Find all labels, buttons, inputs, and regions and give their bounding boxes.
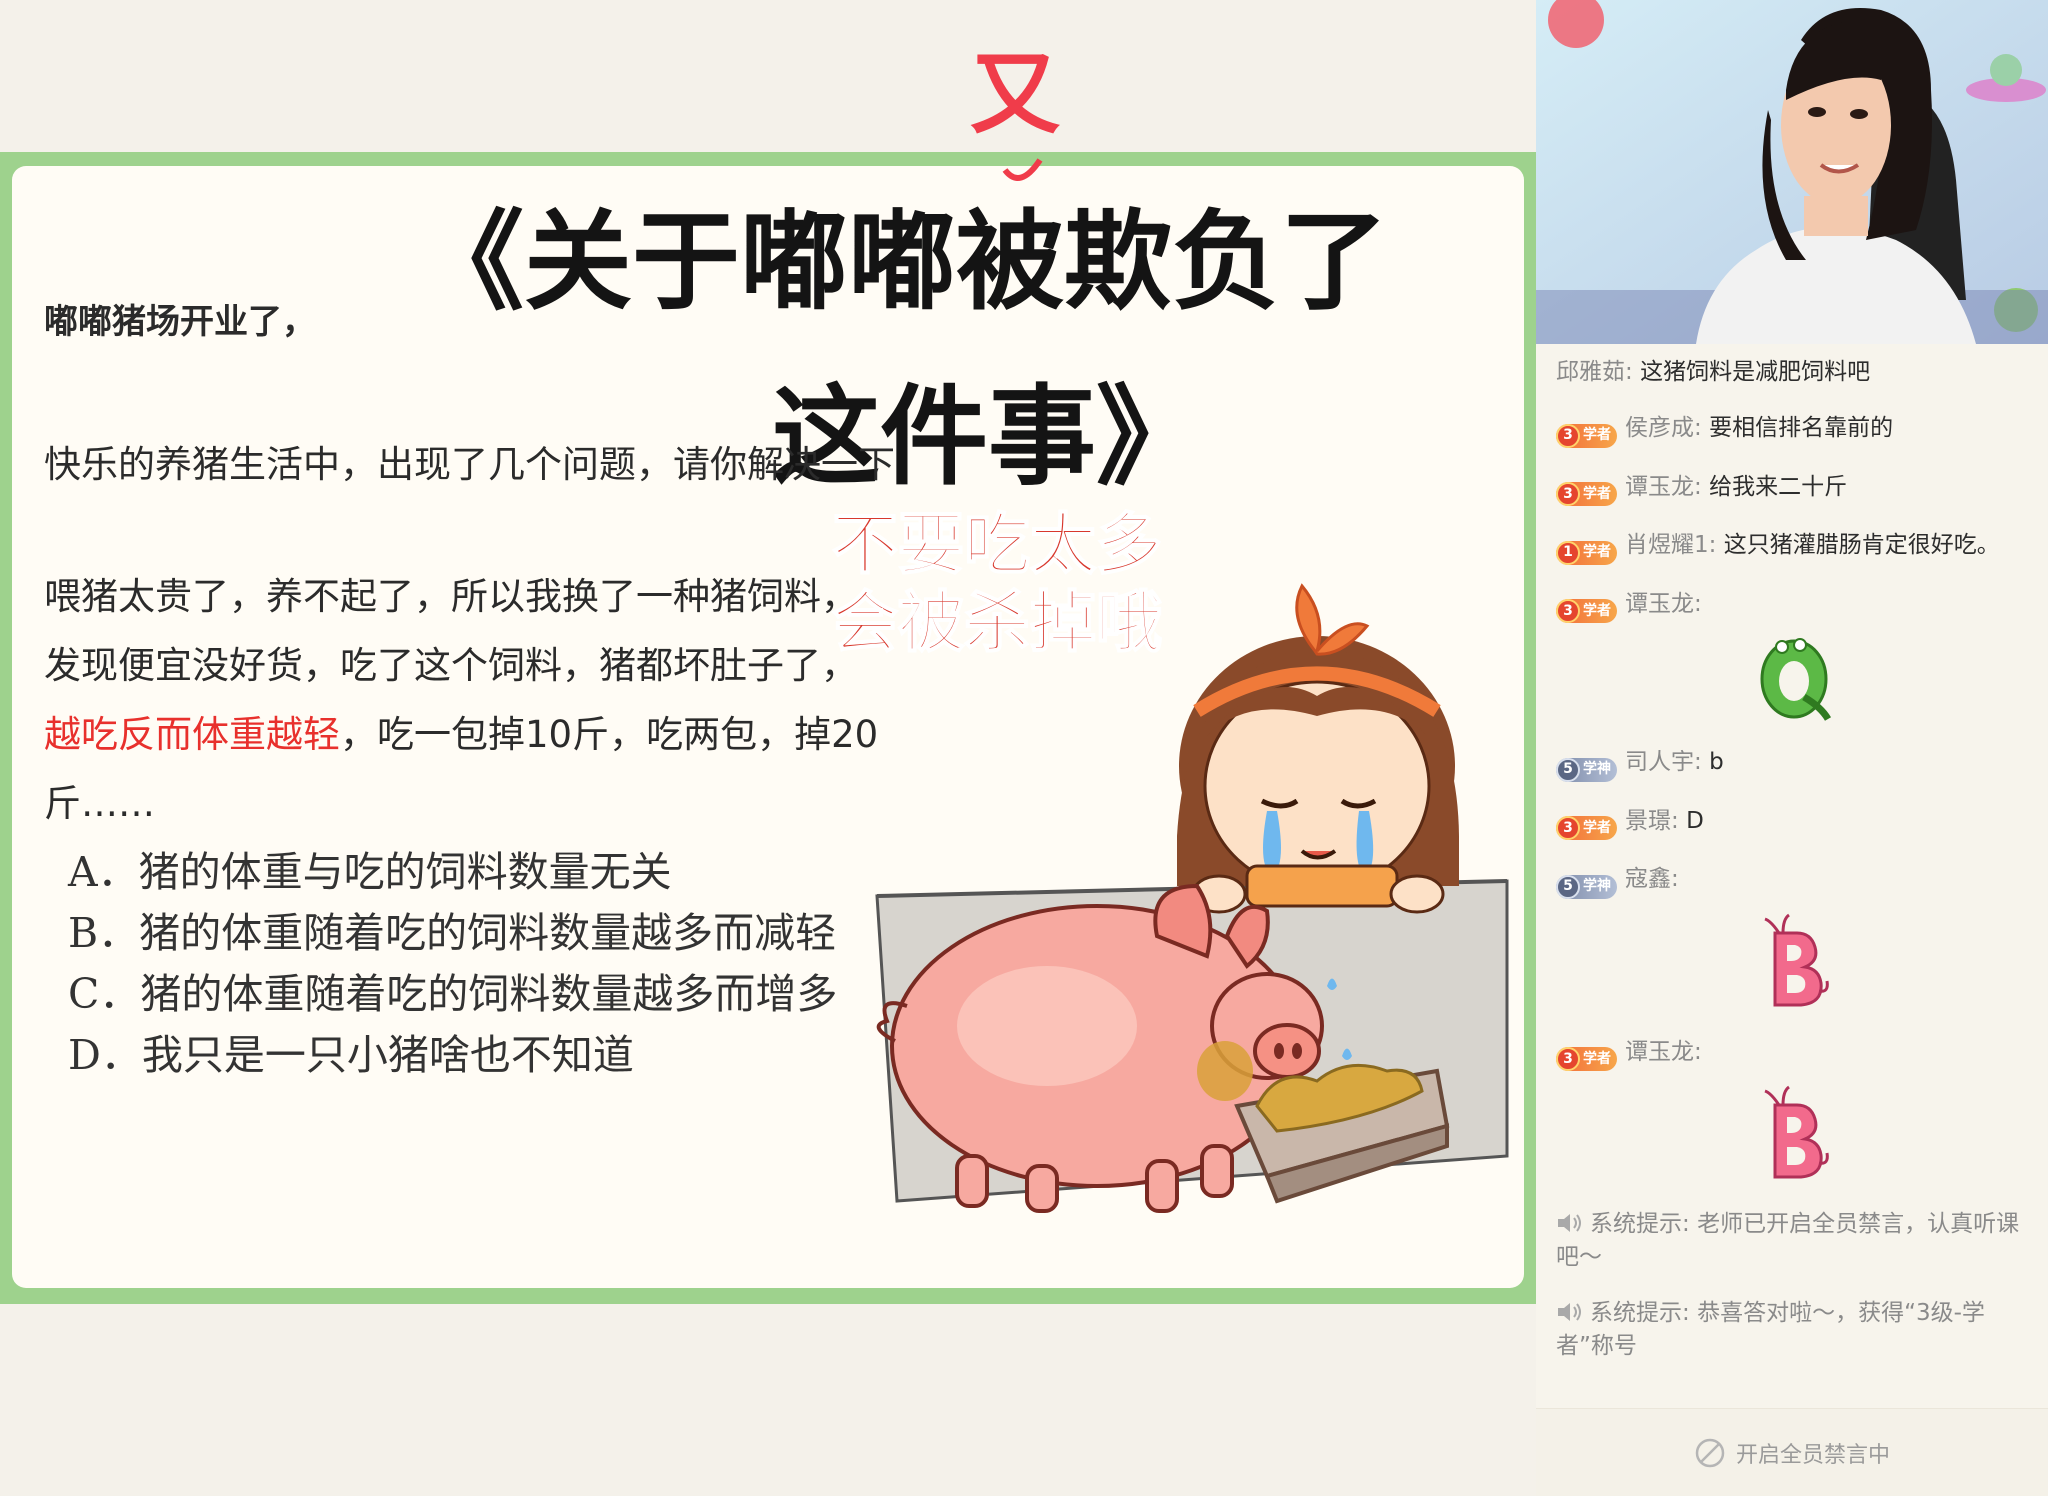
option-b[interactable]: B．猪的体重随着吃的饲料数量越多而减轻 [68, 903, 848, 964]
slide-opening-text: 嘟嘟猪场开业了， [44, 302, 316, 342]
chat-text: 这猪饲料是减肥饲料吧 [1640, 359, 1871, 385]
chat-username: 谭玉龙 [1625, 473, 1694, 500]
chat-text: b [1709, 749, 1724, 775]
chat-message: 3 学者 谭玉龙: 给我来二十斤 [1556, 471, 2036, 506]
slide-intro-text: 快乐的养猪生活中，出现了几个问题，请你解决一下 [44, 443, 895, 486]
level-badge: 3 学者 [1556, 482, 1617, 506]
correction-char: 又 [970, 42, 1060, 147]
option-d[interactable]: D．我只是一只小猪啥也不知道 [68, 1025, 848, 1086]
chat-text: 要相信排名靠前的 [1709, 415, 1894, 441]
chat-message: 3 学者 谭玉龙: [1556, 1036, 2036, 1186]
chat-username: 侯彦成 [1625, 415, 1694, 441]
story-part1: 喂猪太贵了，养不起了，所以我换了一种猪饲料，发现便宜没好货，吃了这个饲料，猪都坏… [44, 575, 858, 687]
chat-message: 3 学者 景璟: D [1556, 805, 2036, 840]
teacher-video-frame [1536, 0, 2048, 344]
chat-message: 3 学者 侯彦成: 要相信排名靠前的 [1556, 412, 2036, 448]
chat-text: 给我来二十斤 [1709, 473, 1848, 500]
option-c[interactable]: C．猪的体重随着吃的饲料数量越多而增多 [68, 964, 848, 1025]
level-badge: 1 学者 [1556, 540, 1617, 565]
letter-q-sticker [1760, 638, 1832, 721]
system-message: 系统提示: 老师已开启全员禁言，认真听课吧～ [1556, 1211, 2020, 1270]
letter-b-sticker [1764, 1085, 1829, 1179]
slide-story-text: 喂猪太贵了，养不起了，所以我换了一种猪饲料，发现便宜没好货，吃了这个饲料，猪都坏… [44, 562, 884, 838]
no-entry-icon [1695, 1438, 1725, 1467]
system-label: 系统提示 [1590, 1300, 1682, 1326]
chat-username: 肖煜耀1 [1625, 532, 1709, 558]
chat-text: D [1686, 807, 1704, 834]
slide-card: 嘟嘟猪场开业了， 《关于嘟嘟被欺负了 这件事》 快乐的养猪生活中，出现了几个问题… [12, 166, 1524, 1288]
chat-message: 5 学神 寇鑫: [1556, 863, 2036, 1013]
chat-username: 景璟 [1625, 807, 1671, 834]
chat-message: 邱雅茹: 这猪饲料是减肥饲料吧 [1556, 359, 1871, 385]
warning-line2: 会被杀掉哦 [831, 583, 1163, 662]
answer-options: A．猪的体重与吃的饲料数量无关 B．猪的体重随着吃的饲料数量越多而减轻 C．猪的… [68, 842, 848, 1086]
speaker-icon [1558, 1303, 1581, 1321]
letter-b-sticker [1764, 913, 1829, 1006]
system-label: 系统提示 [1590, 1211, 1682, 1237]
system-message: 系统提示: 恭喜答对啦～，获得“3级-学者”称号 [1556, 1300, 1985, 1359]
chat-username: 谭玉龙 [1625, 590, 1694, 617]
teacher-video [1536, 0, 2048, 344]
chat-username: 谭玉龙 [1625, 1038, 1694, 1065]
level-badge: 5 学神 [1556, 757, 1617, 782]
chat-text: 这只猪灌腊肠肯定很好吃。 [1723, 532, 2000, 558]
chat-message: 1 学者 肖煜耀1: 这只猪灌腊肠肯定很好吃。 [1556, 529, 2036, 565]
level-badge: 3 学者 [1556, 599, 1617, 623]
option-a[interactable]: A．猪的体重与吃的饲料数量无关 [68, 842, 848, 903]
mute-status-label: 开启全员禁言中 [1735, 1442, 1890, 1468]
level-badge: 3 学者 [1556, 423, 1617, 448]
chat-username: 司人宇 [1625, 749, 1694, 775]
handwritten-correction: 又 [970, 42, 1060, 181]
crying-girl [1177, 583, 1459, 914]
chat-list[interactable]: 邱雅茹: 这猪饲料是减肥饲料吧 3 学者 侯彦成: 要相信排名靠前的 3 学者 谭玉龙:… [1556, 350, 2036, 1363]
slide-frame: 嘟嘟猪场开业了， 《关于嘟嘟被欺负了 这件事》 快乐的养猪生活中，出现了几个问题… [0, 152, 1536, 1304]
slide-stage: 嘟嘟猪场开业了， 《关于嘟嘟被欺负了 这件事》 快乐的养猪生活中，出现了几个问题… [0, 0, 1536, 1496]
level-badge: 3 学者 [1556, 1047, 1617, 1071]
level-badge: 5 学神 [1556, 874, 1617, 899]
handwritten-title-line1: 《关于嘟嘟被欺负了 [416, 200, 1388, 325]
warning-text: 不要吃太多 会被杀掉哦 [831, 505, 1163, 662]
speaker-icon [1558, 1214, 1581, 1232]
chat-message: 3 学者 谭玉龙: [1556, 588, 2036, 724]
chat-username: 邱雅茹 [1556, 359, 1625, 385]
chat-message: 5 学神 司人宇: b [1556, 746, 2036, 782]
story-highlight: 越吃反而体重越轻 [44, 713, 340, 756]
mute-all-toggle[interactable]: 开启全员禁言中 [1536, 1408, 2048, 1496]
chat-username: 寇鑫 [1625, 866, 1671, 892]
right-panel: 邱雅茹: 这猪饲料是减肥饲料吧 3 学者 侯彦成: 要相信排名靠前的 3 学者 谭玉龙:… [1536, 0, 2048, 1496]
warning-line1: 不要吃太多 [831, 505, 1163, 584]
level-badge: 3 学者 [1556, 816, 1617, 840]
